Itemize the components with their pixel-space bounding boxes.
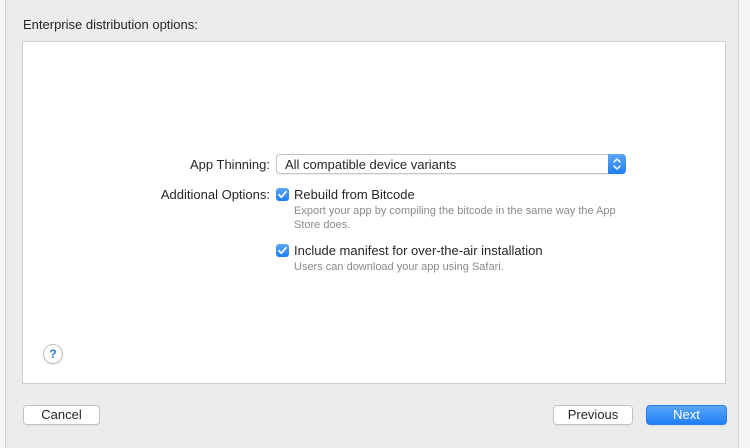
additional-options-label: Additional Options: (160, 187, 270, 202)
help-button[interactable]: ? (43, 344, 63, 364)
checkmark-icon (278, 190, 287, 199)
question-mark-icon: ? (49, 347, 57, 361)
previous-button[interactable]: Previous (553, 405, 633, 425)
rebuild-bitcode-label[interactable]: Rebuild from Bitcode (294, 187, 415, 202)
rebuild-bitcode-checkbox[interactable] (276, 188, 289, 201)
next-button[interactable]: Next (646, 405, 727, 425)
background-window-edge-right (738, 0, 750, 448)
rebuild-bitcode-description: Export your app by compiling the bitcode… (294, 205, 616, 231)
include-manifest-checkbox[interactable] (276, 244, 289, 257)
background-window-edge-left (0, 0, 6, 448)
cancel-button[interactable]: Cancel (23, 405, 100, 425)
checkmark-icon (278, 246, 287, 255)
app-thinning-label: App Thinning: (190, 157, 270, 172)
include-manifest-label[interactable]: Include manifest for over-the-air instal… (294, 243, 543, 258)
app-thinning-select[interactable]: All compatible device variants (276, 154, 626, 174)
app-thinning-selected-value: All compatible device variants (285, 157, 457, 172)
include-manifest-description: Users can download your app using Safari… (294, 261, 504, 273)
chevron-up-down-icon[interactable] (608, 154, 626, 174)
dialog-heading: Enterprise distribution options: (23, 17, 198, 32)
